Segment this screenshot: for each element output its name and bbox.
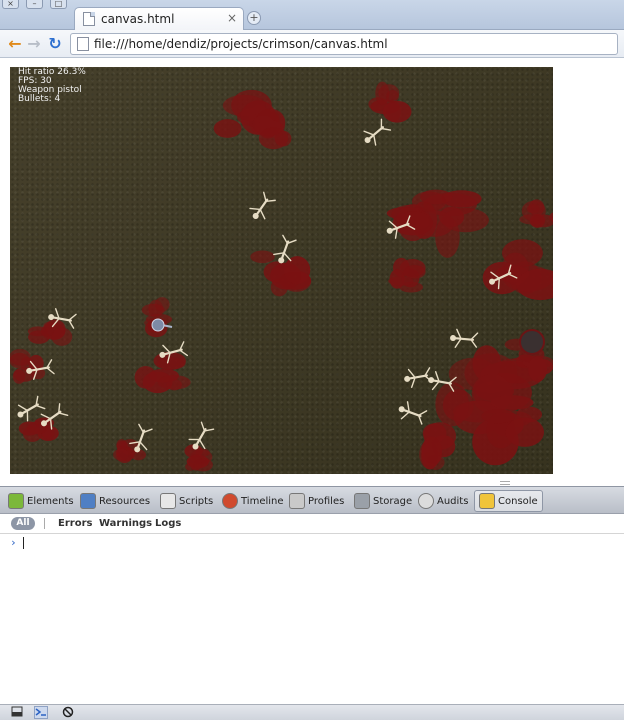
profiles-icon [289, 493, 305, 509]
game-canvas[interactable]: Hit ratio 26.3% FPS: 30 Weapon pistol Bu… [10, 67, 553, 474]
skeleton-enemy [273, 234, 297, 264]
panel-label: Storage [373, 495, 413, 507]
audits-icon [418, 493, 434, 509]
browser-toolbar: ← → ↻ file:///home/dendiz/projects/crims… [0, 30, 624, 58]
panel-profiles[interactable]: Profiles [289, 490, 344, 512]
skeleton-enemy [428, 371, 457, 392]
sprite-layer [17, 118, 545, 453]
skeleton-enemy [48, 308, 77, 329]
scripts-icon [160, 493, 176, 509]
filter-errors-button[interactable]: Errors [58, 518, 92, 529]
panel-console[interactable]: Console [474, 490, 543, 512]
panel-resources[interactable]: Resources [80, 490, 150, 512]
console-warning-icon [479, 493, 495, 509]
browser-tab[interactable]: canvas.html × [74, 7, 244, 31]
panel-label: Console [498, 495, 538, 507]
url-text: file:///home/dendiz/projects/crimson/can… [94, 37, 388, 51]
skeleton-enemy [489, 264, 518, 290]
reload-button[interactable]: ↻ [46, 35, 64, 53]
panel-elements[interactable]: Elements [8, 490, 74, 512]
panel-label: Scripts [179, 495, 214, 507]
close-window-icon[interactable]: × [2, 0, 19, 9]
clear-icon[interactable] [61, 706, 75, 719]
back-button[interactable]: ← [6, 35, 24, 53]
skeleton-enemy [363, 118, 392, 146]
panel-scripts[interactable]: Scripts [160, 490, 213, 512]
panel-label: Timeline [241, 495, 284, 507]
panel-label: Elements [27, 495, 74, 507]
elements-icon [8, 493, 24, 509]
console-input[interactable] [23, 537, 24, 549]
player-sprite [151, 318, 173, 332]
minimize-window-icon[interactable]: – [26, 0, 43, 9]
blob-enemy [519, 329, 545, 355]
skeleton-enemy [450, 328, 479, 348]
panel-storage[interactable]: Storage [354, 490, 412, 512]
bullets-label: Bullets: 4 [18, 94, 61, 104]
console-icon[interactable] [34, 706, 48, 719]
console-output[interactable]: › [0, 534, 624, 704]
skeleton-enemy [404, 367, 433, 388]
skeleton-enemy [188, 421, 215, 450]
skeleton-enemy [26, 359, 55, 380]
forward-button[interactable]: → [25, 35, 43, 53]
console-filter-bar: All Errors Warnings Logs [0, 514, 624, 534]
page-icon [77, 37, 89, 51]
panel-timeline[interactable]: Timeline [222, 490, 284, 512]
skeleton-enemy [386, 215, 416, 239]
tab-strip: × – □ canvas.html × + [0, 0, 624, 31]
filter-warnings-button[interactable]: Warnings [99, 518, 152, 529]
resize-grip[interactable] [500, 481, 510, 485]
devtools-toolbar: Elements Resources Scripts Timeline Prof… [0, 486, 624, 514]
panel-audits[interactable]: Audits [418, 490, 468, 512]
tab-title: canvas.html [101, 12, 175, 26]
filter-logs-button[interactable]: Logs [155, 518, 181, 529]
timeline-icon [222, 493, 238, 509]
devtools-status-bar [0, 704, 624, 720]
storage-icon [354, 493, 370, 509]
skeleton-enemy [129, 423, 153, 453]
panel-label: Profiles [308, 495, 345, 507]
close-tab-icon[interactable]: × [227, 11, 237, 25]
resources-icon [80, 493, 96, 509]
page-icon [83, 12, 95, 26]
skeleton-enemy [159, 341, 189, 364]
dock-icon[interactable] [10, 706, 24, 719]
maximize-window-icon[interactable]: □ [50, 0, 67, 9]
panel-label: Resources [99, 495, 151, 507]
console-prompt-icon: › [10, 536, 17, 549]
hud: Hit ratio 26.3% FPS: 30 Weapon pistol Bu… [18, 68, 86, 104]
new-tab-button[interactable]: + [247, 11, 261, 25]
address-bar[interactable]: file:///home/dendiz/projects/crimson/can… [70, 33, 618, 55]
panel-label: Audits [437, 495, 469, 507]
filter-divider [44, 518, 45, 529]
skeleton-enemy [249, 191, 276, 220]
skeleton-enemy [398, 401, 428, 425]
skeleton-enemy [17, 395, 46, 422]
filter-all-button[interactable]: All [11, 517, 35, 530]
